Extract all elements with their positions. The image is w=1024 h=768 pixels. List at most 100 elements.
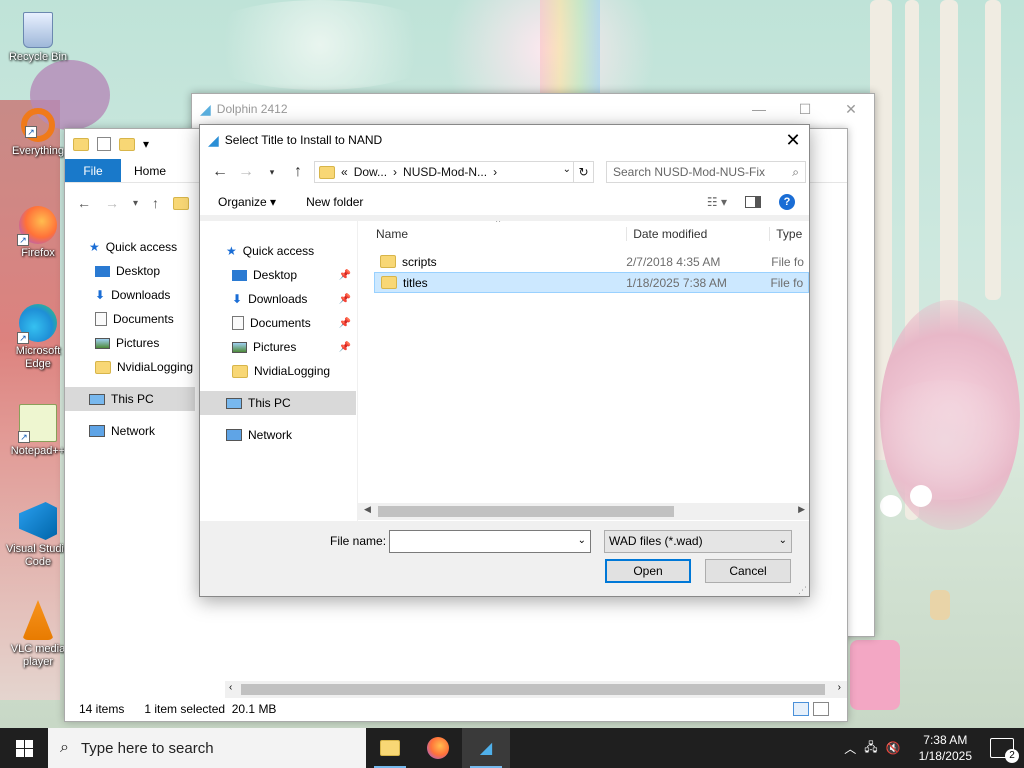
nav-item-quick-access[interactable]: ★ Quick access [200, 239, 357, 263]
forward-arrow-icon[interactable]: → [236, 163, 256, 181]
large-icons-view-icon[interactable] [813, 702, 829, 716]
desktop-icon-notepadpp[interactable]: ↗ Notepad++ [4, 404, 72, 458]
breadcrumb-overflow[interactable]: « [341, 165, 348, 179]
tab-file[interactable]: File [65, 159, 121, 182]
file-type-filter-select[interactable]: WAD files (*.wad) ⌄ [604, 529, 792, 553]
file-open-dialog[interactable]: ◢ Select Title to Install to NAND ✕ ← → … [199, 124, 810, 597]
file-row-scripts[interactable]: scripts 2/7/2018 4:35 AM File fo [374, 251, 809, 272]
back-arrow-icon[interactable]: ← [77, 195, 91, 211]
search-input[interactable]: Search NUSD-Mod-NUS-Fix ⌕ [606, 161, 806, 183]
chevron-down-icon[interactable]: ⌄ [779, 535, 787, 546]
nav-item-this-pc[interactable]: This PC [65, 387, 195, 411]
close-button[interactable]: ✕ [828, 101, 874, 118]
file-list[interactable]: ^ Name Date modified Type scripts 2/7/20… [366, 221, 809, 503]
address-bar[interactable]: « Dow... › NUSD-Mod-N... › ⌄ ↻ [314, 161, 594, 183]
tab-home[interactable]: Home [121, 159, 179, 182]
nav-item-desktop[interactable]: Desktop 📌 [200, 263, 357, 287]
nav-item-downloads[interactable]: ⬇ Downloads 📌 [200, 287, 357, 311]
file-list-horizontal-scrollbar[interactable]: ◀ ▶ [358, 503, 809, 520]
desktop-icon-firefox[interactable]: ↗ Firefox [4, 206, 72, 260]
nav-item-quick-access[interactable]: ★ Quick access [65, 235, 195, 259]
desktop-icon [232, 269, 247, 281]
scrollbar-thumb[interactable] [241, 684, 825, 695]
chevron-down-icon[interactable]: ▾ [133, 198, 138, 209]
up-arrow-icon[interactable]: ↑ [152, 195, 159, 211]
preview-pane-icon[interactable] [745, 195, 761, 208]
nav-item-documents[interactable]: Documents 📌 [200, 311, 357, 335]
file-name-label: File name: [330, 534, 387, 548]
notification-center-icon[interactable]: 2 [990, 738, 1019, 763]
desktop-icon-vscode[interactable]: Visual Studio Code [4, 502, 72, 569]
folder-icon [95, 360, 111, 374]
scroll-right-icon[interactable]: › [838, 682, 841, 693]
forward-arrow-icon[interactable]: → [105, 195, 119, 211]
view-options-icon[interactable]: ☷ ▾ [707, 195, 727, 209]
scroll-left-icon[interactable]: ‹ [229, 682, 232, 693]
organize-button[interactable]: Organize ▾ [218, 195, 276, 209]
resize-grip-icon[interactable]: ⋰ [798, 585, 807, 596]
nav-item-network[interactable]: Network [65, 419, 195, 443]
scrollbar-thumb[interactable] [378, 506, 674, 517]
nav-item-nvidialogging[interactable]: NvidiaLogging [200, 359, 357, 383]
chevron-down-icon[interactable]: ⌄ [578, 535, 586, 546]
nav-item-documents[interactable]: Documents [65, 307, 195, 331]
clock[interactable]: 7:38 AM 1/18/2025 [919, 732, 972, 764]
scroll-left-icon[interactable]: ◀ [364, 504, 371, 515]
column-header-type[interactable]: Type [769, 227, 809, 241]
nav-item-downloads[interactable]: ⬇ Downloads [65, 283, 195, 307]
network-icon[interactable]: 🖧 [864, 738, 877, 759]
dialog-title: Select Title to Install to NAND [224, 133, 383, 147]
help-icon[interactable]: ? [779, 193, 795, 210]
desktop-icon-everything[interactable]: ↗ Everything [4, 108, 72, 158]
new-folder-icon[interactable] [119, 137, 135, 151]
column-header-date-modified[interactable]: Date modified [626, 227, 769, 241]
details-view-icon[interactable] [793, 702, 809, 716]
dolphin-titlebar[interactable]: ◢ Dolphin 2412 — ☐ ✕ [192, 94, 874, 124]
taskbar-app-file-explorer[interactable] [366, 728, 414, 768]
star-icon: ★ [226, 244, 237, 258]
horizontal-scrollbar[interactable]: ‹ › [225, 681, 847, 698]
system-tray: ︿ 🖧 🔇 7:38 AM 1/18/2025 2 [844, 732, 1024, 764]
dialog-titlebar[interactable]: ◢ Select Title to Install to NAND ✕ [200, 125, 809, 155]
nav-item-pictures[interactable]: Pictures 📌 [200, 335, 357, 359]
nav-item-desktop[interactable]: Desktop [65, 259, 195, 283]
back-arrow-icon[interactable]: ← [210, 163, 230, 181]
taskbar-app-firefox[interactable] [414, 728, 462, 768]
taskbar-search-box[interactable]: ⌕ Type here to search [48, 728, 366, 768]
chevron-down-icon[interactable]: ▾ [143, 137, 149, 151]
taskbar-app-dolphin[interactable]: ◢ [462, 728, 510, 768]
open-button[interactable]: Open [605, 559, 691, 583]
minimize-button[interactable]: — [736, 101, 782, 118]
properties-icon[interactable] [97, 137, 111, 151]
nav-item-nvidialogging[interactable]: NvidiaLogging [65, 355, 195, 379]
volume-muted-icon[interactable]: 🔇 [886, 741, 901, 755]
cancel-button[interactable]: Cancel [705, 559, 791, 583]
desktop-icon-recycle-bin[interactable]: Recycle Bin [4, 12, 72, 64]
nav-item-this-pc[interactable]: This PC [200, 391, 356, 415]
nav-item-network[interactable]: Network [200, 423, 357, 447]
file-name-input[interactable]: ⌄ [389, 529, 591, 553]
breadcrumb-downloads[interactable]: Dow... [354, 165, 387, 179]
show-hidden-icons-icon[interactable]: ︿ [844, 740, 856, 757]
desktop-icon-vlc[interactable]: VLC media player [4, 600, 72, 669]
dialog-nav-pane: ★ Quick access Desktop 📌 ⬇ Downloads 📌 Docum… [200, 221, 358, 521]
this-pc-icon [226, 397, 242, 409]
breadcrumb-nusd[interactable]: NUSD-Mod-N... [403, 165, 487, 179]
dialog-close-button[interactable]: ✕ [777, 130, 809, 151]
nav-item-pictures[interactable]: Pictures [65, 331, 195, 355]
pin-icon: 📌 [338, 293, 351, 305]
up-arrow-icon[interactable]: ↑ [288, 163, 308, 181]
new-folder-button[interactable]: New folder [306, 195, 363, 209]
scroll-right-icon[interactable]: ▶ [798, 504, 805, 515]
desktop-icon-edge[interactable]: ↗ Microsoft Edge [4, 304, 72, 371]
breadcrumb-separator[interactable]: › [493, 165, 497, 179]
file-row-titles[interactable]: titles 1/18/2025 7:38 AM File fo [374, 272, 809, 293]
recent-locations-icon[interactable]: ▾ [262, 167, 282, 178]
chevron-down-icon[interactable]: ⌄ [563, 164, 571, 175]
column-header-name[interactable]: Name [366, 227, 626, 241]
maximize-button[interactable]: ☐ [782, 101, 828, 118]
notepadpp-icon: ↗ [18, 404, 57, 443]
refresh-icon[interactable]: ↻ [573, 162, 593, 182]
breadcrumb-separator[interactable]: › [393, 165, 397, 179]
start-button[interactable] [0, 728, 48, 768]
